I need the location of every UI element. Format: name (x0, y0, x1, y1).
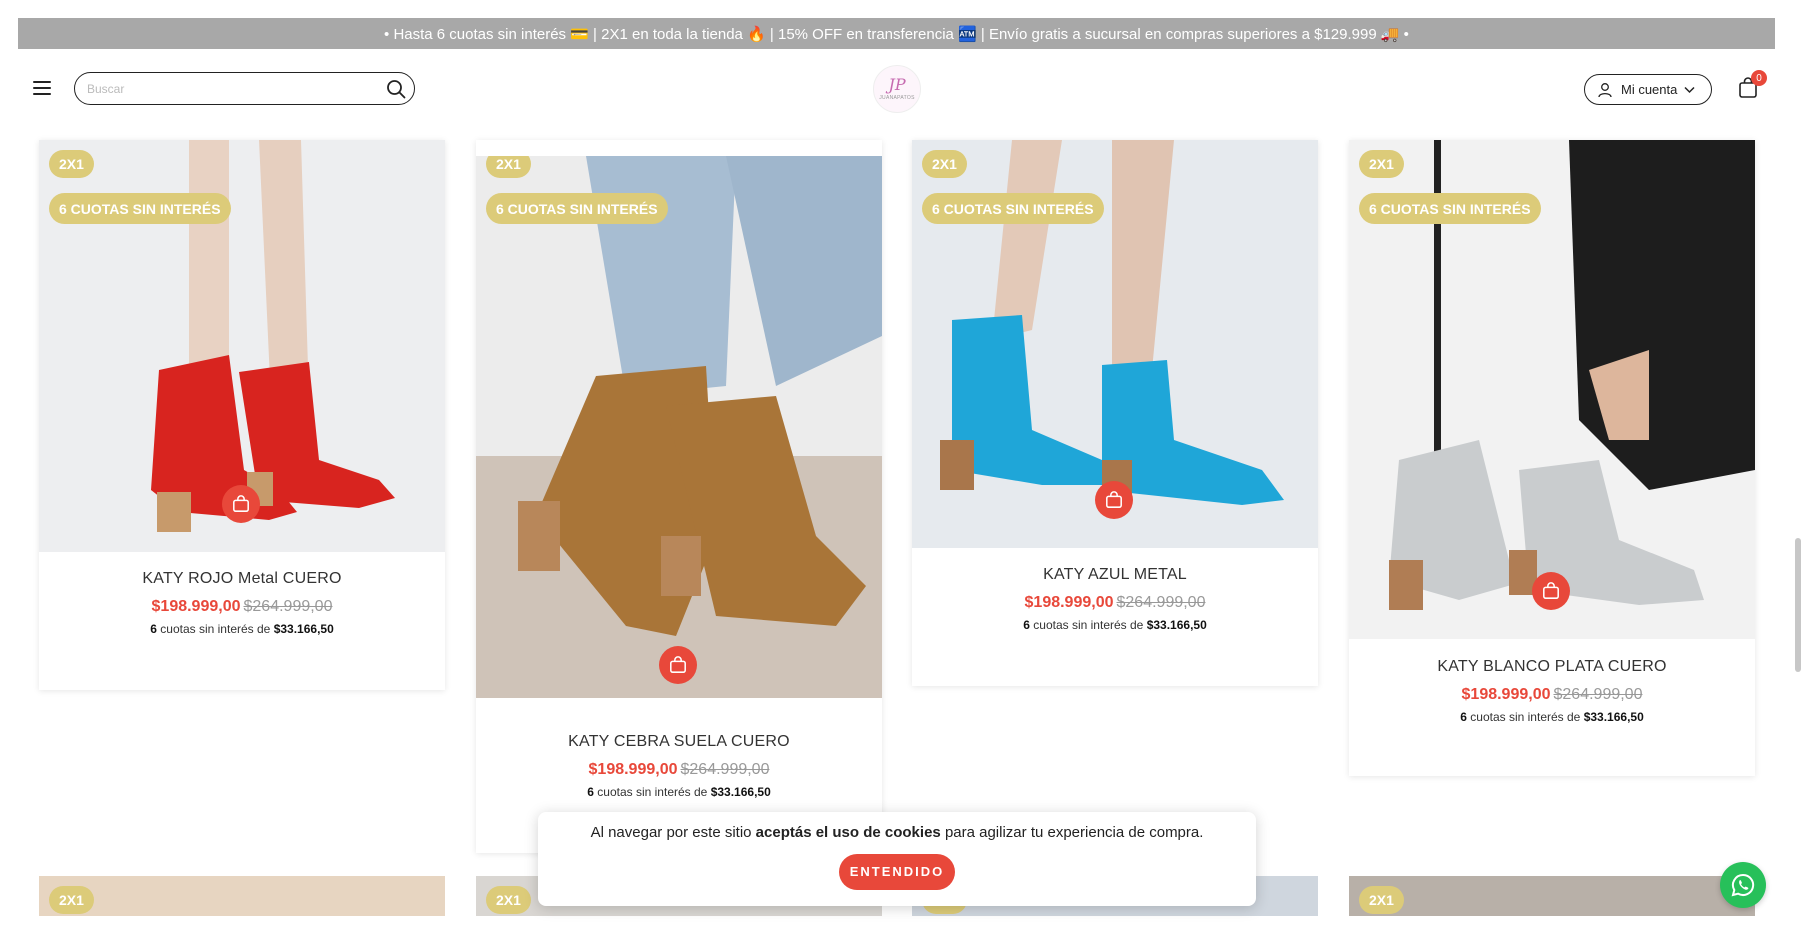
logo-text: JUANAPATOS (879, 95, 915, 101)
product-name[interactable]: KATY AZUL METAL (912, 566, 1318, 584)
quick-buy-button[interactable] (1532, 572, 1570, 610)
product-info: KATY BLANCO PLATA CUERO $198.999,00 $264.… (1349, 658, 1755, 724)
promo-badge: 2X1 (1359, 150, 1404, 178)
product-card: 2X1 6 CUOTAS SIN INTERÉS KATY ROJO Metal… (39, 140, 445, 690)
promo-badge: 2X1 (1359, 886, 1404, 914)
user-icon (1598, 82, 1612, 97)
product-card: 2X1 6 CUOTAS SIN INTERÉS KATY CEBRA SUEL… (476, 140, 882, 853)
quick-buy-button[interactable] (222, 485, 260, 523)
promo-badge: 2X1 (49, 886, 94, 914)
search-icon[interactable] (386, 79, 406, 99)
shopping-bag-icon (1543, 582, 1559, 599)
product-image[interactable]: 2X1 6 CUOTAS SIN INTERÉS (912, 140, 1318, 548)
quick-buy-button[interactable] (659, 646, 697, 684)
product-image[interactable]: 2X1 6 CUOTAS SIN INTERÉS (476, 156, 882, 698)
product-price: $198.999,00 (151, 598, 241, 615)
logo-monogram: JP (888, 75, 906, 94)
product-price: $198.999,00 (1461, 686, 1551, 703)
product-image[interactable]: 2X1 6 CUOTAS SIN INTERÉS (1349, 140, 1755, 639)
product-name[interactable]: KATY CEBRA SUELA CUERO (476, 733, 882, 751)
promo-badge: 2X1 (486, 886, 531, 914)
product-card: 2X1 6 CUOTAS SIN INTERÉS KATY BLANCO PLA… (1349, 140, 1755, 776)
product-image[interactable]: 2X1 6 CUOTAS SIN INTERÉS (39, 140, 445, 552)
product-old-price: $264.999,00 (1553, 686, 1643, 703)
product-name[interactable]: KATY ROJO Metal CUERO (39, 570, 445, 588)
product-old-price: $264.999,00 (680, 761, 770, 778)
installments-badge: 6 CUOTAS SIN INTERÉS (49, 193, 231, 224)
product-old-price: $264.999,00 (1116, 594, 1206, 611)
installments-text: 6 cuotas sin interés de $33.166,50 (150, 622, 334, 636)
whatsapp-button[interactable] (1720, 862, 1766, 908)
installments-text: 6 cuotas sin interés de $33.166,50 (1460, 710, 1644, 724)
store-logo[interactable]: JP JUANAPATOS (873, 65, 921, 113)
product-card-partial[interactable]: 2X1 (1349, 876, 1755, 916)
chevron-down-icon (1684, 86, 1695, 93)
promo-badge: 2X1 (922, 150, 967, 178)
promo-badge: 2X1 (486, 156, 531, 178)
cookie-message: Al navegar por este sitio aceptás el uso… (590, 824, 1204, 841)
product-info: KATY ROJO Metal CUERO $198.999,00 $264.99… (39, 570, 445, 636)
cart-button[interactable]: 0 (1738, 70, 1767, 101)
account-button[interactable]: Mi cuenta (1584, 74, 1712, 105)
site-header: JP JUANAPATOS Mi cuenta 0 (0, 49, 1802, 131)
boot-photo (476, 156, 882, 698)
announcement-bar: • Hasta 6 cuotas sin interés 💳 | 2X1 en … (18, 18, 1775, 49)
product-price: $198.999,00 (588, 761, 678, 778)
account-label: Mi cuenta (1621, 82, 1678, 97)
shopping-bag-icon (1106, 491, 1122, 508)
quick-buy-button[interactable] (1095, 481, 1133, 519)
product-price: $198.999,00 (1024, 594, 1114, 611)
scrollbar-thumb[interactable] (1795, 538, 1801, 672)
product-card: 2X1 6 CUOTAS SIN INTERÉS KATY AZUL METAL… (912, 140, 1318, 686)
product-card-partial[interactable]: 2X1 (39, 876, 445, 916)
installments-text: 6 cuotas sin interés de $33.166,50 (1023, 618, 1207, 632)
cart-count-badge: 0 (1751, 70, 1767, 86)
product-name[interactable]: KATY BLANCO PLATA CUERO (1349, 658, 1755, 676)
installments-badge: 6 CUOTAS SIN INTERÉS (1359, 193, 1541, 224)
product-info: KATY CEBRA SUELA CUERO $198.999,00 $264.9… (476, 733, 882, 799)
installments-badge: 6 CUOTAS SIN INTERÉS (486, 193, 668, 224)
accept-cookies-button[interactable]: ENTENDIDO (838, 854, 956, 890)
shopping-bag-icon (670, 656, 686, 673)
cookie-banner: Al navegar por este sitio aceptás el uso… (538, 812, 1256, 906)
search-box (74, 72, 415, 105)
installments-text: 6 cuotas sin interés de $33.166,50 (587, 785, 771, 799)
search-input[interactable] (87, 79, 377, 99)
promo-badge: 2X1 (49, 150, 94, 178)
hamburger-menu-icon[interactable] (33, 81, 51, 95)
installments-badge: 6 CUOTAS SIN INTERÉS (922, 193, 1104, 224)
whatsapp-icon (1731, 873, 1755, 897)
shopping-bag-icon (233, 495, 249, 512)
product-info: KATY AZUL METAL $198.999,00 $264.999,00 6… (912, 566, 1318, 632)
product-old-price: $264.999,00 (243, 598, 333, 615)
